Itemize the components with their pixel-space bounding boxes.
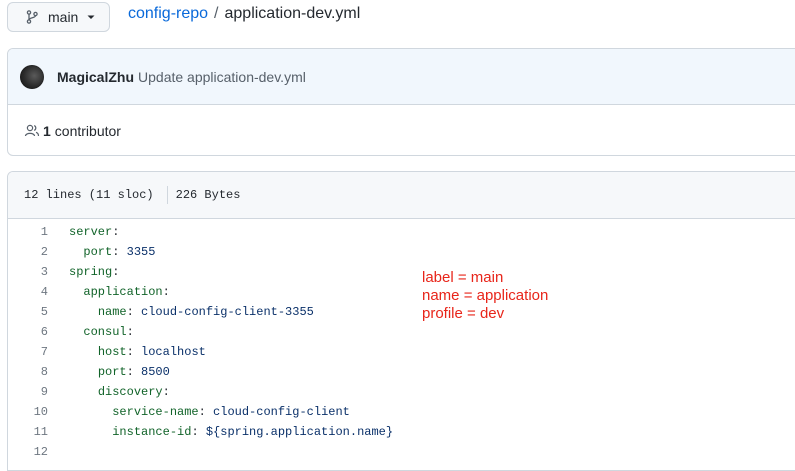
code-line: 3 spring: — [8, 262, 795, 282]
code-text: consul: — [69, 322, 134, 342]
line-number[interactable]: 9 — [8, 382, 48, 402]
code-line: 5 name: cloud-config-client-3355 — [8, 302, 795, 322]
line-number[interactable]: 12 — [8, 442, 48, 462]
yaml-key: discovery — [97, 385, 163, 399]
code-line: 11 instance-id: ${spring.application.nam… — [8, 422, 795, 442]
contributors-row[interactable]: 1 contributor — [8, 105, 795, 155]
repo-link[interactable]: config-repo — [128, 4, 208, 24]
code-text: host: localhost — [69, 342, 206, 362]
git-branch-icon — [26, 10, 38, 24]
commit-box: MagicalZhu Update application-dev.yml 1 … — [7, 48, 795, 156]
yaml-value: cloud-config-client — [205, 405, 350, 419]
yaml-key: port — [97, 365, 127, 379]
yaml-colon: : — [198, 405, 206, 419]
code-text: service-name: cloud-config-client — [69, 402, 350, 422]
yaml-colon: : — [126, 365, 134, 379]
code-line: 12 — [8, 442, 795, 462]
code-block: 1 server: 2 port: 3355 3 spring: 4 applicatio… — [8, 219, 795, 462]
line-number[interactable]: 6 — [8, 322, 48, 342]
breadcrumb: config-repo / application-dev.yml — [128, 4, 360, 24]
code-text: name: cloud-config-client-3355 — [69, 302, 314, 322]
code-text: application: — [69, 282, 170, 302]
code-text: port: 8500 — [69, 362, 170, 382]
commit-author[interactable]: MagicalZhu — [57, 69, 134, 85]
code-text: port: 3355 — [69, 242, 155, 262]
line-number[interactable]: 11 — [8, 422, 48, 442]
yaml-key: instance-id — [112, 425, 192, 439]
yaml-value: localhost — [133, 345, 206, 359]
line-number[interactable]: 1 — [8, 222, 48, 242]
file-name: application-dev.yml — [224, 5, 361, 22]
breadcrumb-separator: / — [214, 5, 219, 22]
code-line: 6 consul: — [8, 322, 795, 342]
branch-name: main — [48, 9, 79, 25]
file-size: 226 Bytes — [175, 188, 241, 202]
code-line: 10 service-name: cloud-config-client — [8, 402, 795, 422]
code-line: 4 application: — [8, 282, 795, 302]
commit-message[interactable]: Update application-dev.yml — [138, 69, 306, 85]
code-text: spring: — [69, 262, 119, 282]
yaml-colon: : — [126, 305, 134, 319]
line-number[interactable]: 5 — [8, 302, 48, 322]
annotation-line: label = main — [422, 269, 504, 286]
yaml-colon: : — [126, 345, 134, 359]
yaml-value: ${spring.application.name} — [198, 425, 394, 439]
people-icon — [24, 123, 40, 139]
line-number[interactable]: 7 — [8, 342, 48, 362]
avatar[interactable] — [20, 64, 44, 89]
code-text: server: — [69, 222, 119, 242]
caret-down-icon — [87, 13, 95, 21]
annotation-note: label = main name = application profile … — [422, 269, 548, 323]
yaml-colon: : — [126, 325, 134, 339]
yaml-key: port — [83, 245, 113, 259]
code-text: instance-id: ${spring.application.name} — [69, 422, 393, 442]
yaml-colon: : — [191, 425, 199, 439]
line-number[interactable]: 4 — [8, 282, 48, 302]
yaml-colon: : — [112, 225, 120, 239]
contributor-label: contributor — [54, 123, 121, 139]
file-viewer: 12 lines (11 sloc) 226 Bytes 1 server: 2 p… — [7, 171, 795, 471]
yaml-key: consul — [83, 325, 127, 339]
line-number[interactable]: 8 — [8, 362, 48, 382]
code-line: 2 port: 3355 — [8, 242, 795, 262]
yaml-key: host — [97, 345, 127, 359]
line-count: 12 lines (11 sloc) — [24, 188, 154, 202]
annotation-line: name = application — [422, 287, 549, 304]
code-line: 9 discovery: — [8, 382, 795, 402]
yaml-key: spring — [69, 265, 113, 279]
file-info-header: 12 lines (11 sloc) 226 Bytes — [8, 172, 795, 219]
line-number[interactable]: 2 — [8, 242, 48, 262]
line-number[interactable]: 10 — [8, 402, 48, 422]
latest-commit-row: MagicalZhu Update application-dev.yml — [8, 49, 795, 105]
header-divider — [166, 186, 168, 204]
code-line: 1 server: — [8, 222, 795, 242]
yaml-colon: : — [112, 265, 120, 279]
branch-select-button[interactable]: main — [7, 2, 110, 32]
yaml-colon: : — [162, 285, 170, 299]
yaml-colon: : — [162, 385, 170, 399]
code-line: 7 host: localhost — [8, 342, 795, 362]
annotation-line: profile = dev — [422, 305, 505, 322]
code-line: 8 port: 8500 — [8, 362, 795, 382]
yaml-value: 3355 — [119, 245, 156, 259]
yaml-key: service-name — [112, 405, 199, 419]
code-text: discovery: — [69, 382, 170, 402]
contributor-count: 1 — [43, 123, 51, 139]
line-number[interactable]: 3 — [8, 262, 48, 282]
yaml-value: cloud-config-client-3355 — [133, 305, 314, 319]
yaml-key: server — [69, 225, 113, 239]
yaml-key: name — [97, 305, 127, 319]
yaml-key: application — [83, 285, 163, 299]
yaml-value: 8500 — [133, 365, 170, 379]
